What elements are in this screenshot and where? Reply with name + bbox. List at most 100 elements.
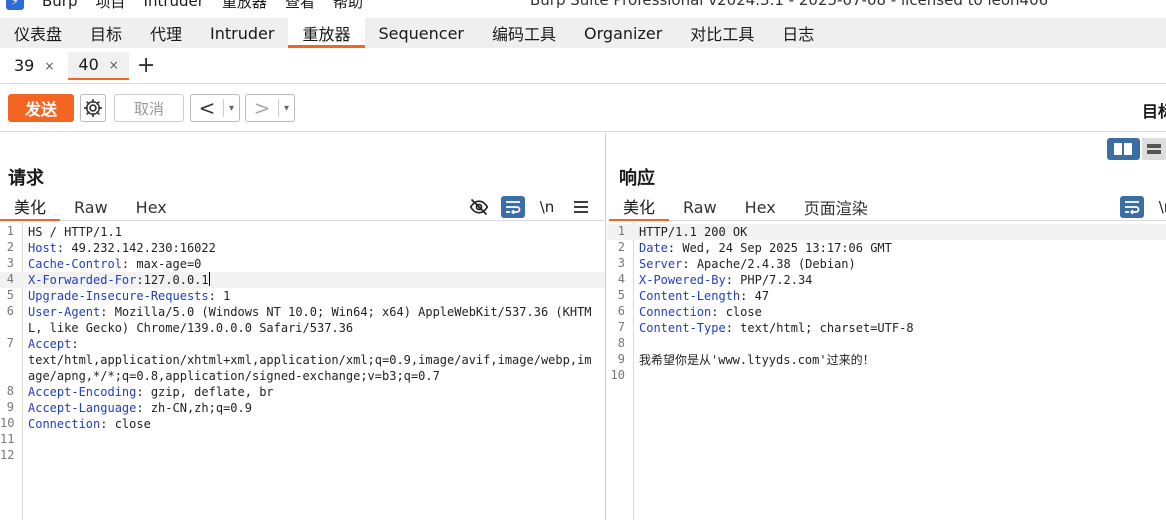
tab-logger[interactable]: 日志 <box>768 18 828 48</box>
line-number: 5 <box>617 288 625 302</box>
line-number: 3 <box>6 256 14 270</box>
back-button[interactable]: < ▾ <box>190 94 240 122</box>
close-icon[interactable]: × <box>109 58 119 72</box>
code-line[interactable]: 12 <box>0 448 605 464</box>
code-line[interactable]: 8 <box>607 336 1166 352</box>
line-number: 4 <box>617 272 625 286</box>
header-separator: : <box>100 305 115 319</box>
tab-raw[interactable]: Raw <box>60 193 122 221</box>
header-separator: : <box>121 257 137 271</box>
cancel-button[interactable]: 取消 <box>114 94 184 122</box>
target-label[interactable]: 目标 <box>1142 98 1166 122</box>
forward-button[interactable]: > ▾ <box>245 94 295 122</box>
wrap-icon[interactable] <box>1120 196 1144 218</box>
menu-help[interactable]: 帮助 <box>333 0 363 12</box>
code-text: HS / HTTP/1.1 <box>28 224 593 240</box>
request-editor[interactable]: 1 HS / HTTP/1.1 2 Host: 49.232.142.230:1602… <box>0 222 605 520</box>
code-line[interactable]: 2 Host: 49.232.142.230:16022 <box>0 240 605 256</box>
code-line[interactable]: 9 我希望你是从'www.ltyyds.com'过来的！ <box>607 352 1166 368</box>
header-name: Connection <box>639 305 712 319</box>
header-separator: : <box>711 305 726 319</box>
repeater-tab-40[interactable]: 40 × <box>68 51 129 80</box>
newline-icon[interactable]: \n <box>1154 196 1166 218</box>
tab-raw[interactable]: Raw <box>669 193 731 221</box>
code-line[interactable]: 1 HTTP/1.1 200 OK <box>607 224 1166 240</box>
header-separator: : <box>208 289 224 303</box>
chevron-down-icon[interactable]: ▾ <box>278 99 294 117</box>
header-value: gzip, deflate, br <box>150 385 274 399</box>
code-line[interactable]: 1 HS / HTTP/1.1 <box>0 224 605 240</box>
send-button[interactable]: 发送 <box>8 94 74 122</box>
code-line[interactable]: 4 X-Powered-By: PHP/7.2.34 <box>607 272 1166 288</box>
menu-repeater[interactable]: 重放器 <box>222 0 267 12</box>
code-line[interactable]: 3 Server: Apache/2.4.38 (Debian) <box>607 256 1166 272</box>
chevron-down-icon[interactable]: ▾ <box>223 99 239 117</box>
tab-pretty[interactable]: 美化 <box>0 193 61 221</box>
tab-pretty[interactable]: 美化 <box>609 193 670 221</box>
tab-dashboard[interactable]: 仪表盘 <box>0 18 76 48</box>
header-separator: : <box>100 417 115 431</box>
repeater-tab-label: 40 <box>78 55 99 74</box>
header-separator: : <box>667 241 683 255</box>
repeater-tab-label: 39 <box>14 56 35 75</box>
tab-comparer[interactable]: 对比工具 <box>676 18 768 48</box>
header-value: text/html; charset=UTF-8 <box>740 321 914 335</box>
header-separator: : <box>725 273 741 287</box>
line-number: 6 <box>6 304 14 318</box>
header-name: Content-Length <box>639 289 741 303</box>
eye-slash-icon[interactable] <box>467 196 491 218</box>
tab-repeater[interactable]: 重放器 <box>288 18 365 48</box>
menu-burp[interactable]: Burp <box>42 0 78 10</box>
code-line[interactable]: 4 X-Forwarded-For:127.0.0.1 <box>0 272 605 288</box>
code-line[interactable]: 9 Accept-Language: zh-CN,zh;q=0.9 <box>0 400 605 416</box>
code-line[interactable]: 11 <box>0 432 605 448</box>
code-line[interactable]: 3 Cache-Control: max-age=0 <box>0 256 605 272</box>
code-line[interactable]: 7 Content-Type: text/html; charset=UTF-8 <box>607 320 1166 336</box>
code-text: Connection: close <box>639 304 1166 320</box>
code-line[interactable]: 5 Content-Length: 47 <box>607 288 1166 304</box>
menu-project[interactable]: 项目 <box>96 0 126 12</box>
header-value: zh-CN,zh;q=0.9 <box>150 401 252 415</box>
tab-target[interactable]: 目标 <box>76 18 136 48</box>
settings-button[interactable] <box>80 94 106 122</box>
code-line[interactable]: 10 Connection: close <box>0 416 605 432</box>
tab-intruder[interactable]: Intruder <box>196 18 288 48</box>
tab-decoder[interactable]: 编码工具 <box>478 18 570 48</box>
response-editor[interactable]: 1 HTTP/1.1 200 OK 2 Date: Wed, 24 Sep 2025 … <box>607 222 1166 520</box>
tab-render[interactable]: 页面渲染 <box>790 193 882 221</box>
header-name: User-Agent <box>28 305 101 319</box>
close-icon[interactable]: × <box>44 59 54 73</box>
response-title: 响应 <box>619 168 655 189</box>
line-number: 1 <box>6 224 14 238</box>
menu-view[interactable]: 查看 <box>285 0 315 12</box>
tab-hex[interactable]: Hex <box>122 193 181 221</box>
repeater-tab-39[interactable]: 39 × <box>4 52 64 80</box>
code-text: Server: Apache/2.4.38 (Debian) <box>639 256 1166 272</box>
code-line[interactable]: 8 Accept-Encoding: gzip, deflate, br <box>0 384 605 400</box>
line-number: 1 <box>617 224 625 238</box>
header-value: 我希望你是从'www.ltyyds.com'过来的！ <box>639 353 875 367</box>
chevron-right-icon: > <box>253 96 271 120</box>
code-text: User-Agent: Mozilla/5.0 (Windows NT 10.0… <box>28 304 593 336</box>
code-line[interactable]: 6 User-Agent: Mozilla/5.0 (Windows NT 10.… <box>0 304 605 336</box>
code-line[interactable]: 7 Accept: text/html,application/xhtml+xml,… <box>0 336 605 384</box>
add-tab-button[interactable]: + <box>137 53 155 78</box>
header-value: 49.232.142.230:16022 <box>71 241 216 255</box>
header-separator: : <box>136 273 144 287</box>
code-line[interactable]: 2 Date: Wed, 24 Sep 2025 13:17:06 GMT <box>607 240 1166 256</box>
tab-hex[interactable]: Hex <box>731 193 790 221</box>
menu-intruder[interactable]: Intruder <box>144 0 204 10</box>
tab-organizer[interactable]: Organizer <box>570 18 676 48</box>
code-text: Date: Wed, 24 Sep 2025 13:17:06 GMT <box>639 240 1166 256</box>
menu-icon[interactable] <box>569 196 593 218</box>
code-line[interactable]: 6 Connection: close <box>607 304 1166 320</box>
wrap-icon[interactable] <box>501 196 525 218</box>
newline-icon[interactable]: \n <box>535 196 559 218</box>
tab-proxy[interactable]: 代理 <box>136 18 196 48</box>
tab-sequencer[interactable]: Sequencer <box>365 18 479 48</box>
repeater-tabs: 39 × 40 × + <box>0 48 1166 84</box>
code-line[interactable]: 10 <box>607 368 1166 384</box>
code-text: 我希望你是从'www.ltyyds.com'过来的！ <box>639 352 1166 368</box>
line-number: 8 <box>6 384 14 398</box>
code-line[interactable]: 5 Upgrade-Insecure-Requests: 1 <box>0 288 605 304</box>
